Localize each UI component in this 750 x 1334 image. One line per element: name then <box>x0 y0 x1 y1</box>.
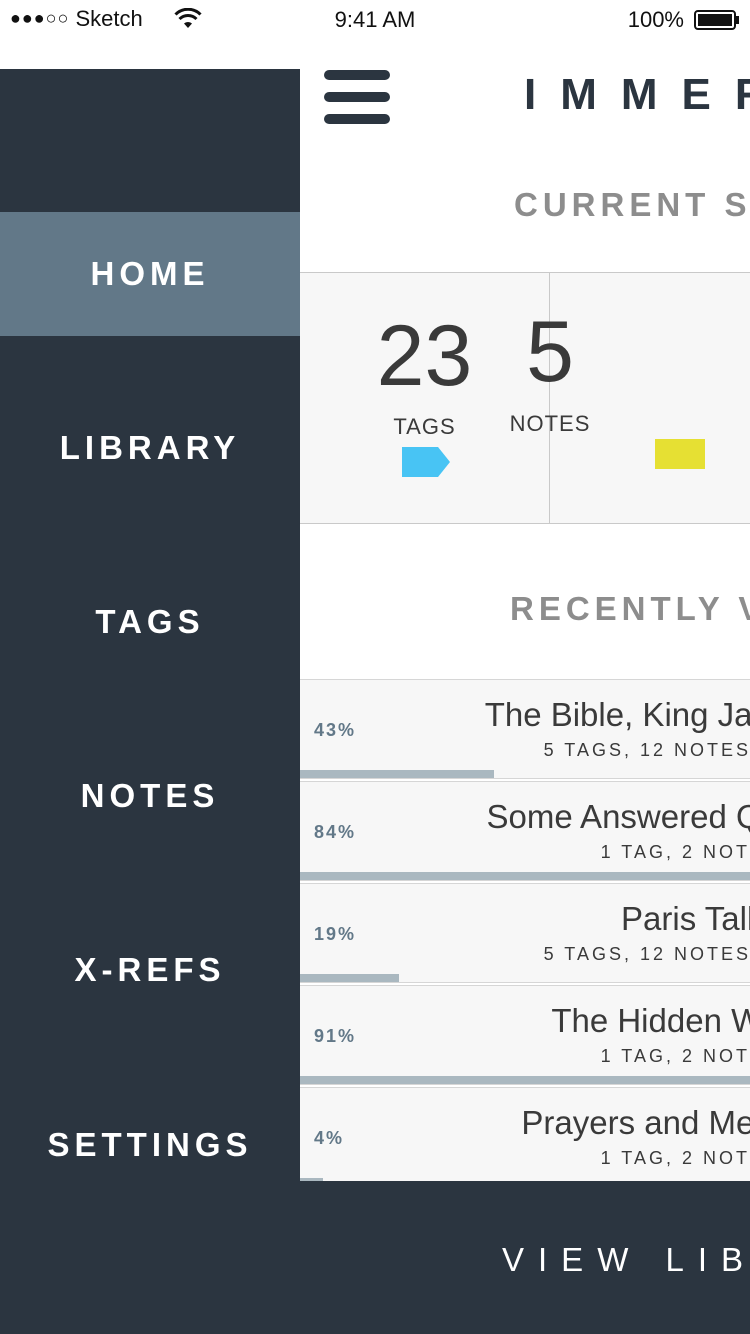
main-panel: IMMERS CURRENT STA 23 TAGS 5 NOTES RECEN… <box>300 40 750 1334</box>
book-meta: 5 TAGS, 12 NOTES, 3 <box>543 944 750 964</box>
sidebar-item-settings[interactable]: SETTINGS <box>0 1083 300 1207</box>
book-title: Prayers and Medi <box>521 1104 750 1141</box>
sidebar-item-label: SETTINGS <box>47 1126 253 1163</box>
book-title: Paris Talks <box>621 900 750 937</box>
notes-label: NOTES <box>509 411 591 436</box>
note-icon <box>655 439 705 469</box>
sidebar-item-label: X-REFS <box>74 951 226 988</box>
book-title: The Hidden Wo <box>551 1002 750 1039</box>
stats-panel: 23 TAGS 5 NOTES <box>300 272 750 524</box>
sidebar-item-notes[interactable]: NOTES <box>0 734 300 858</box>
book-title: Some Answered Qu <box>486 798 750 835</box>
progress-bar <box>300 974 399 982</box>
sidebar-item-label: NOTES <box>80 777 220 814</box>
book-title: The Bible, King Jam <box>484 696 750 733</box>
notes-count: 5 <box>526 304 574 400</box>
sidebar-item-label: HOME <box>90 255 210 292</box>
hamburger-menu-icon[interactable] <box>324 70 390 126</box>
progress-percent: 4% <box>314 1128 345 1148</box>
progress-bar <box>300 1076 750 1084</box>
progress-percent: 91% <box>314 1026 357 1046</box>
battery-percent: 100% <box>627 7 684 32</box>
list-item[interactable]: 91% The Hidden Wo 1 TAG, 2 NOTES <box>300 985 750 1085</box>
book-meta: 1 TAG, 2 NOTES <box>600 1148 750 1168</box>
progress-bar <box>300 872 750 880</box>
progress-bar <box>300 770 494 778</box>
sidebar-item-label: TAGS <box>95 603 205 640</box>
progress-percent: 43% <box>314 720 357 740</box>
battery-icon <box>694 10 739 30</box>
current-stats-heading: CURRENT STA <box>514 186 750 223</box>
book-meta: 5 TAGS, 12 NOTES, 3 <box>543 740 750 760</box>
notes-stat[interactable]: 5 NOTES <box>510 273 750 523</box>
sidebar-item-home[interactable]: HOME <box>0 212 300 336</box>
book-meta: 1 TAG, 2 NOTES <box>600 842 750 862</box>
recently-viewed-heading: RECENTLY VIE <box>510 590 750 627</box>
sidebar-item-label: LIBRARY <box>59 429 241 466</box>
list-item[interactable]: 4% Prayers and Medi 1 TAG, 2 NOTES <box>300 1087 750 1187</box>
progress-percent: 19% <box>314 924 357 944</box>
app-title: IMMERS <box>524 70 750 119</box>
status-bar: ●●●○○ Sketch 9:41 AM 100% <box>0 0 750 40</box>
recently-viewed-list: 43% The Bible, King Jam 5 TAGS, 12 NOTES… <box>300 679 750 1189</box>
sidebar-item-library[interactable]: LIBRARY <box>0 386 300 510</box>
sidebar-item-xrefs[interactable]: X-REFS <box>0 908 300 1032</box>
view-library-button[interactable]: VIEW LIBR <box>300 1181 750 1334</box>
list-item[interactable]: 84% Some Answered Qu 1 TAG, 2 NOTES <box>300 781 750 881</box>
list-item[interactable]: 43% The Bible, King Jam 5 TAGS, 12 NOTES… <box>300 679 750 779</box>
book-meta: 1 TAG, 2 NOTES <box>600 1046 750 1066</box>
sidebar-nav: HOME LIBRARY TAGS NOTES X-REFS SETTINGS <box>0 69 300 1334</box>
view-library-label: VIEW LIBR <box>502 1241 750 1278</box>
progress-percent: 84% <box>314 822 357 842</box>
sidebar-item-tags[interactable]: TAGS <box>0 560 300 684</box>
list-item[interactable]: 19% Paris Talks 5 TAGS, 12 NOTES, 3 <box>300 883 750 983</box>
tag-icon <box>402 447 450 477</box>
